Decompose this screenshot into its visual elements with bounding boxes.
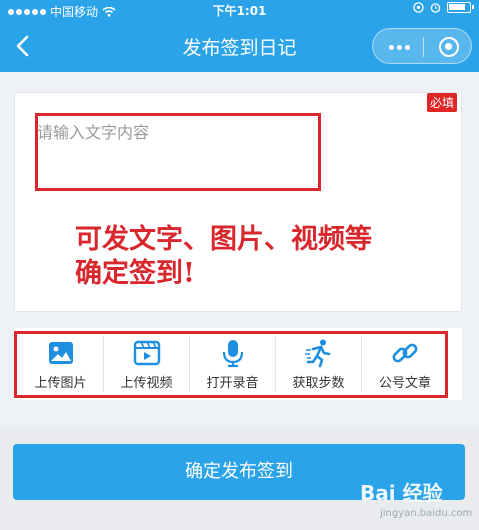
status-time: 下午1:01 [212, 4, 267, 18]
watermark-url: jingyan.baidu.com [380, 508, 473, 519]
required-badge: 必填 [426, 93, 457, 112]
navbar: 发布签到日记 [0, 20, 479, 72]
annotation-line-2: 确定签到! [75, 258, 195, 289]
status-bar: 中国移动 下午1:01 [0, 0, 479, 20]
miniprogram-capsule [372, 28, 472, 64]
capsule-divider [423, 37, 424, 57]
status-right [413, 2, 474, 13]
close-miniprogram-icon[interactable] [439, 37, 459, 57]
more-icon[interactable] [389, 45, 410, 50]
watermark-text: Bai 经验 [360, 481, 443, 505]
location-icon [413, 2, 424, 13]
baidu-watermark: Bai 经验 [360, 477, 443, 506]
annotation-box-toolbar [14, 331, 448, 398]
media-toolbar: 上传图片 上传视频 打开录音 获取步数 公号文章 [14, 328, 462, 400]
annotation-text: 可发文字、图片、视频等 确定签到! [75, 223, 372, 291]
battery-icon [447, 2, 474, 13]
diary-editor-card: 必填 请输入文字内容 可发文字、图片、视频等 确定签到! [14, 92, 462, 312]
annotation-box-input [35, 113, 321, 191]
alarm-icon [430, 3, 441, 13]
annotation-line-1: 可发文字、图片、视频等 [75, 224, 372, 255]
